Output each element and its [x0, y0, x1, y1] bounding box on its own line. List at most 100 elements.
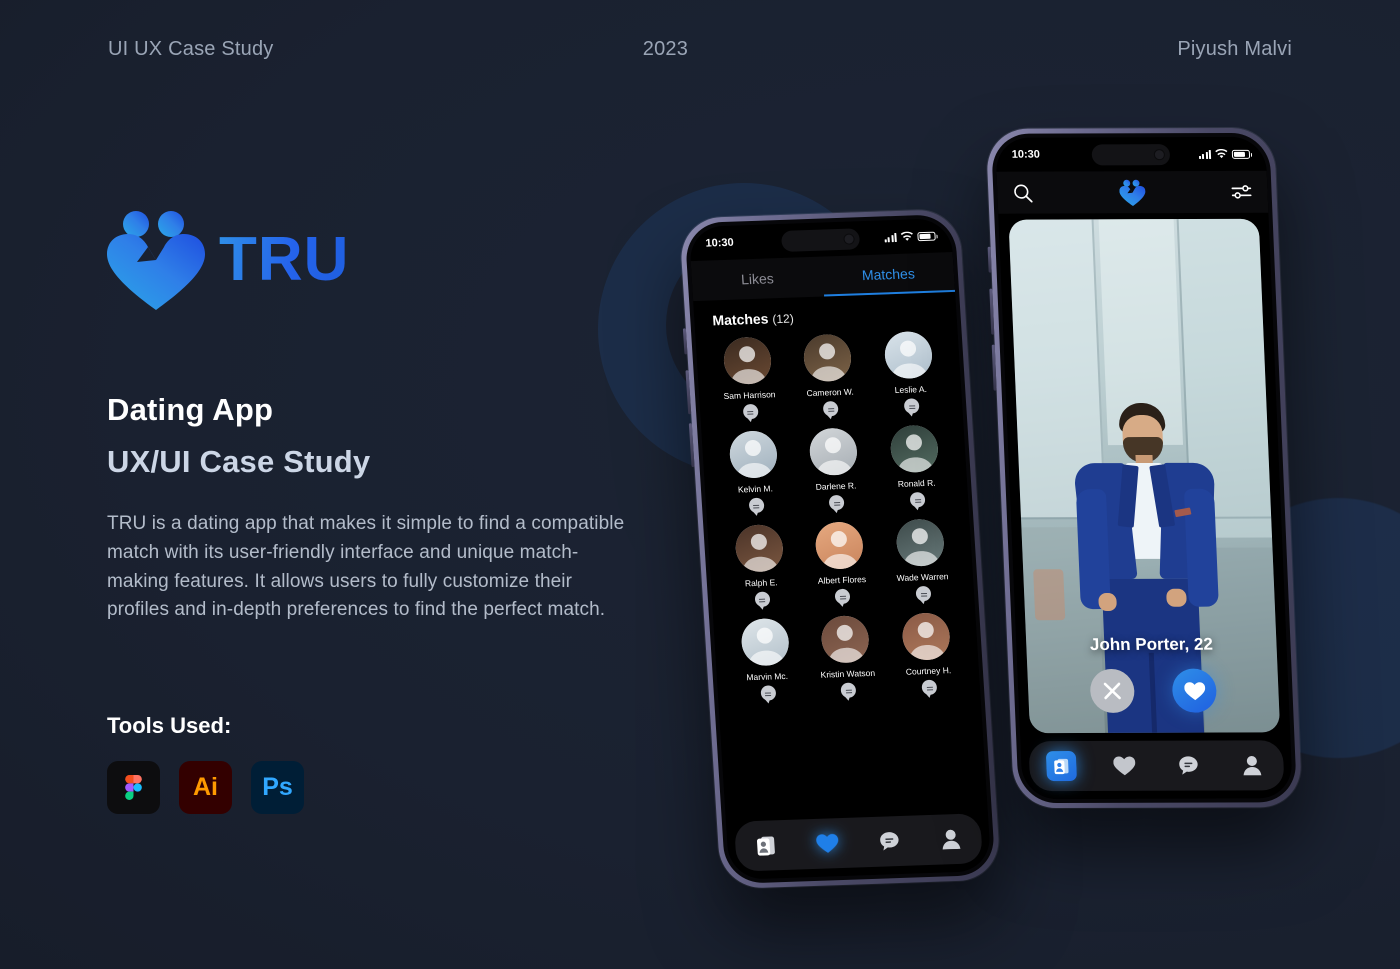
match-avatar[interactable]	[740, 617, 790, 667]
chat-bubble-icon[interactable]	[829, 494, 846, 511]
matches-grid: Sam Harrison Cameron W. Leslie A. Kelvin M.…	[695, 328, 980, 704]
chat-bubble-icon[interactable]	[903, 398, 920, 414]
status-indicators	[884, 231, 936, 243]
match-name: Ralph E.	[744, 577, 778, 589]
profile-name-age: John Porter, 22	[1089, 634, 1214, 655]
profile-photo-card[interactable]: John Porter, 22	[1008, 218, 1281, 734]
profile-action-buttons	[1027, 668, 1279, 714]
filter-sliders-icon[interactable]	[1231, 184, 1252, 200]
chat-bubble-icon[interactable]	[840, 682, 857, 698]
bottom-nav-bar	[1028, 740, 1285, 792]
match-name: Leslie A.	[894, 383, 928, 396]
phone-mockup-discover: 10:30 John Porter, 22	[985, 127, 1303, 809]
match-avatar[interactable]	[895, 518, 946, 567]
heart-icon	[1183, 681, 1205, 700]
chat-bubble-icon	[1178, 756, 1198, 775]
match-item[interactable]: Leslie A.	[867, 330, 953, 415]
status-bar: 10:30	[995, 137, 1267, 172]
match-avatar[interactable]	[820, 615, 871, 664]
wifi-icon	[1215, 148, 1228, 159]
match-item[interactable]: Albert Flores	[798, 521, 884, 606]
nav-messages[interactable]	[1173, 751, 1204, 781]
status-time: 10:30	[1011, 148, 1041, 161]
phone-volume-down-button	[991, 344, 997, 391]
nav-likes[interactable]	[1109, 751, 1140, 781]
match-avatar[interactable]	[734, 524, 785, 573]
page-subtitle: UX/UI Case Study	[107, 444, 371, 479]
match-item[interactable]: Wade Warren	[879, 518, 965, 603]
chat-bubble-icon[interactable]	[760, 685, 777, 701]
phone-screen-matches: 10:30 Likes Matches Matches (12) Sam Har…	[688, 218, 992, 880]
match-name: Marvin Mc.	[746, 670, 789, 683]
case-study-cover: UI UX Case Study 2023 Piyush Malvi TRU D…	[0, 0, 1400, 969]
chat-bubble-icon[interactable]	[909, 492, 926, 508]
like-button[interactable]	[1171, 668, 1218, 713]
match-item[interactable]: Cameron W.	[786, 333, 872, 418]
match-item[interactable]: Kelvin M.	[711, 430, 797, 515]
chat-bubble-icon[interactable]	[834, 588, 851, 605]
chat-bubble-icon[interactable]	[742, 403, 759, 420]
chat-bubble-icon[interactable]	[748, 497, 765, 514]
match-avatar[interactable]	[901, 612, 952, 661]
profile-person-icon	[1243, 756, 1262, 776]
match-item[interactable]: Darlene R.	[792, 427, 878, 512]
match-avatar[interactable]	[883, 330, 934, 380]
chat-bubble-icon[interactable]	[754, 591, 771, 607]
signal-bars-icon	[1198, 149, 1212, 159]
match-avatar[interactable]	[802, 333, 853, 383]
intro-column: TRU Dating App UX/UI Case Study TRU is a…	[107, 200, 667, 815]
signal-bars-icon	[884, 232, 897, 242]
match-item[interactable]: Sam Harrison	[706, 336, 792, 421]
match-name: Wade Warren	[896, 571, 949, 584]
nav-profile[interactable]	[1236, 750, 1267, 780]
cards-stack-icon	[1045, 751, 1077, 782]
tru-heart-couple-icon	[1118, 179, 1145, 206]
match-avatar[interactable]	[889, 424, 940, 474]
figma-icon	[107, 761, 160, 815]
tab-likes[interactable]: Likes	[691, 257, 824, 301]
brand-lockup: TRU	[107, 200, 667, 320]
matches-section-title: Matches	[711, 310, 769, 329]
tru-heart-couple-icon	[107, 210, 205, 310]
front-camera-icon	[1153, 149, 1166, 161]
match-item[interactable]: Courtney H.	[885, 612, 971, 697]
nav-messages[interactable]	[873, 826, 905, 857]
match-avatar[interactable]	[728, 430, 779, 479]
nav-likes[interactable]	[812, 828, 844, 859]
meta-author: Piyush Malvi	[1177, 38, 1292, 60]
pass-button[interactable]	[1089, 668, 1136, 714]
phone-volume-up-button	[989, 288, 995, 335]
match-item[interactable]: Kristin Watson	[804, 614, 890, 699]
matches-count: (12)	[771, 311, 795, 327]
battery-icon	[1231, 149, 1251, 159]
chat-bubble-icon[interactable]	[823, 401, 840, 417]
match-avatar[interactable]	[722, 336, 773, 385]
tools-used-label: Tools Used:	[107, 713, 232, 739]
match-avatar[interactable]	[814, 521, 865, 570]
match-avatar[interactable]	[808, 427, 859, 476]
cover-meta-bar: UI UX Case Study 2023 Piyush Malvi	[0, 38, 1400, 61]
match-name: Albert Flores	[817, 574, 867, 586]
status-time: 10:30	[705, 236, 735, 250]
phone-frame: 10:30	[678, 208, 1002, 890]
nav-cards-stack[interactable]	[750, 830, 782, 861]
tab-matches[interactable]: Matches	[822, 252, 955, 296]
search-icon[interactable]	[1013, 183, 1033, 202]
match-item[interactable]: Ronald R.	[873, 424, 959, 509]
brand-name: TRU	[219, 225, 350, 294]
meta-year: 2023	[642, 38, 689, 60]
close-x-icon	[1103, 682, 1121, 700]
dynamic-island	[1091, 144, 1171, 166]
chat-bubble-icon[interactable]	[915, 585, 932, 602]
nav-cards-stack[interactable]	[1045, 751, 1077, 782]
match-item[interactable]: Ralph E.	[717, 523, 803, 608]
chat-bubble-icon[interactable]	[921, 679, 938, 696]
match-item[interactable]: Marvin Mc.	[723, 617, 809, 702]
match-name: Darlene R.	[815, 480, 857, 492]
status-indicators	[1198, 148, 1251, 159]
phone-screen-discover: 10:30 John Porter, 22	[995, 136, 1293, 800]
phone-mockup-matches: 10:30 Likes Matches Matches (12) Sam Har…	[678, 208, 1002, 890]
heart-icon	[1113, 756, 1136, 776]
nav-profile[interactable]	[935, 824, 967, 855]
dynamic-island	[780, 228, 861, 252]
